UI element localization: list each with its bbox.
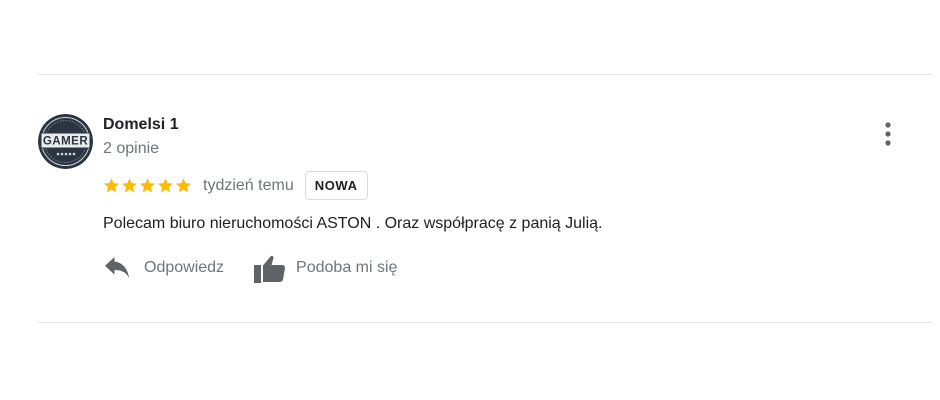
star-icon — [121, 178, 138, 193]
review-actions: Odpowiedz Podoba mi się — [103, 251, 397, 285]
new-badge: NOWA — [304, 171, 368, 200]
author-avatar[interactable]: GAMER — [38, 114, 93, 169]
reply-button[interactable]: Odpowiedz — [103, 256, 224, 280]
top-divider — [38, 74, 932, 75]
avatar-text: GAMER — [43, 136, 89, 148]
rating-row: tydzień temu NOWA — [103, 171, 368, 200]
star-icon — [139, 178, 156, 193]
reply-label: Odpowiedz — [144, 259, 225, 276]
thumbs-up-icon — [254, 255, 286, 283]
review-time: tydzień temu — [203, 176, 294, 194]
star-rating — [103, 177, 192, 194]
more-options-button[interactable] — [876, 120, 900, 148]
author-name[interactable]: Domelsi 1 — [103, 115, 179, 135]
star-icon — [103, 178, 120, 193]
like-button[interactable]: Podoba mi się — [254, 253, 397, 283]
like-label: Podoba mi się — [296, 259, 398, 276]
star-icon — [175, 178, 192, 193]
star-icon — [157, 178, 174, 193]
bottom-divider — [38, 322, 932, 323]
more-vertical-icon — [885, 122, 891, 146]
review-panel: GAMER Domelsi 1 2 opinie tydzień temu NO… — [0, 0, 940, 400]
reply-arrow-icon — [105, 257, 129, 278]
review-text: Polecam biuro nieruchomości ASTON . Oraz… — [103, 215, 603, 232]
author-review-count: 2 opinie — [103, 140, 160, 157]
